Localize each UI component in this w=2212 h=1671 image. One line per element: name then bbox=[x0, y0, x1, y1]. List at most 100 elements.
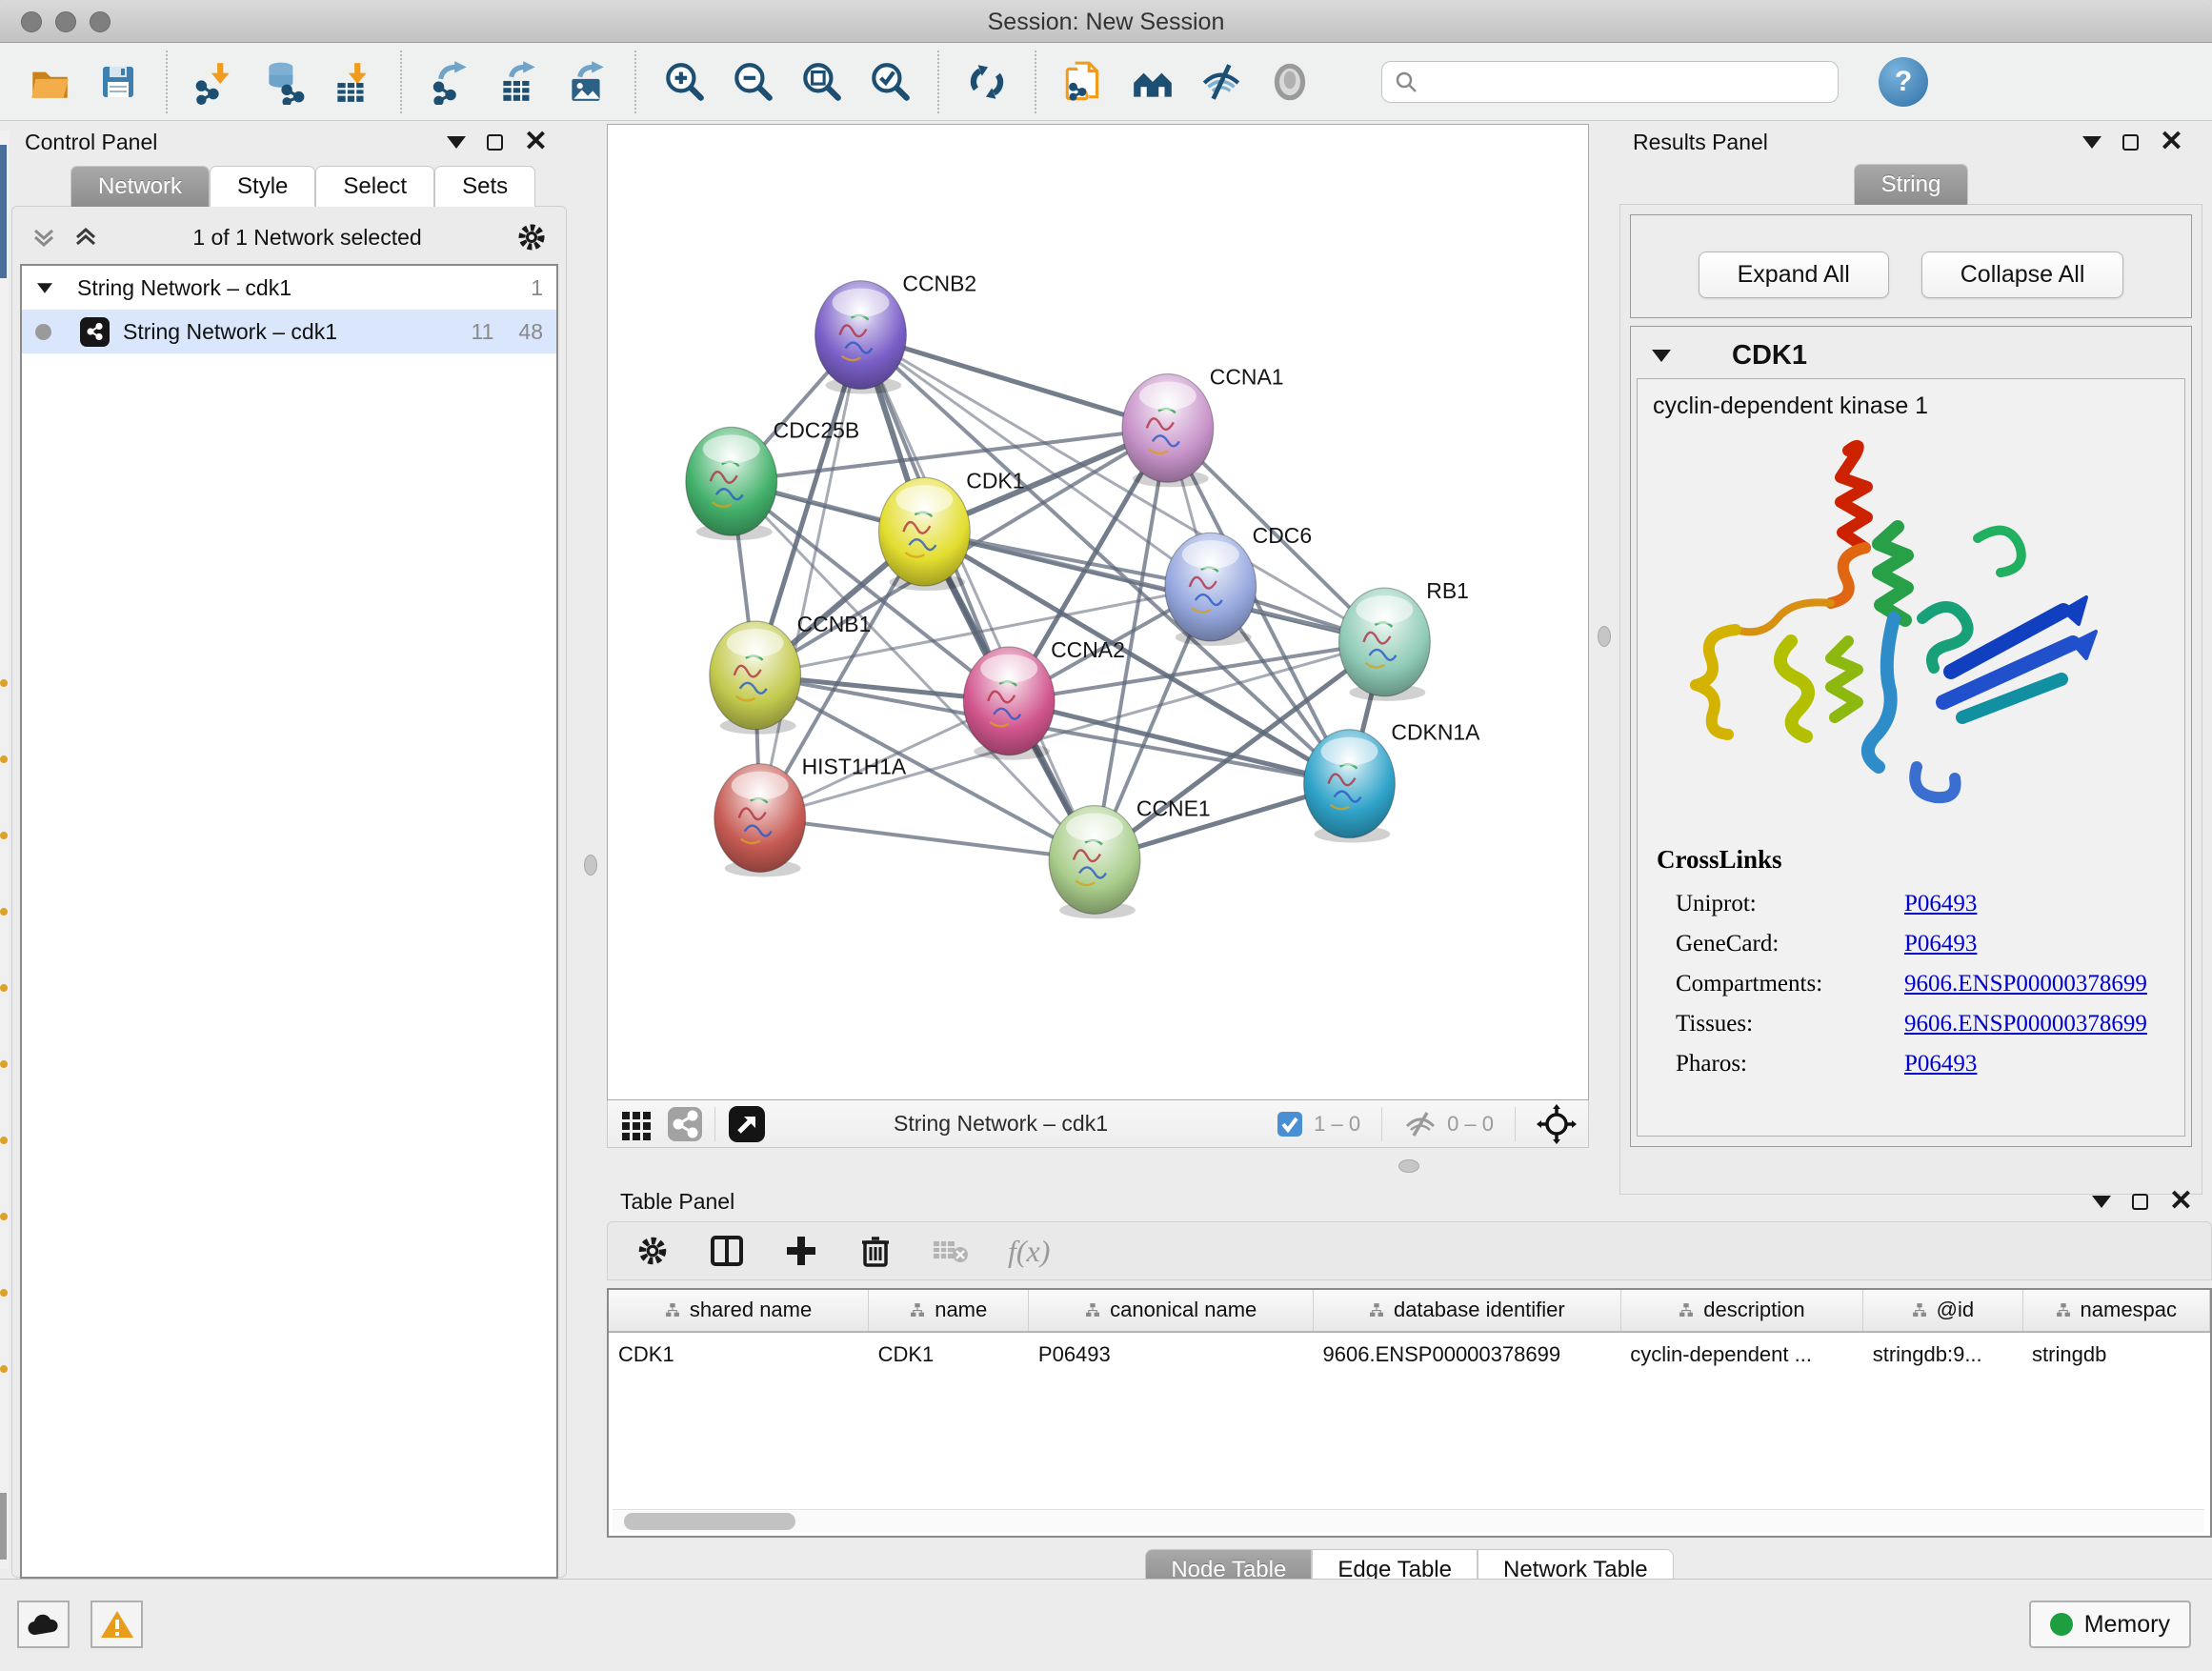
memory-status-dot bbox=[2050, 1613, 2073, 1636]
import-network-from-database-button[interactable] bbox=[256, 52, 312, 111]
panel-menu-icon[interactable] bbox=[2092, 1196, 2111, 1208]
eye-icon bbox=[1267, 59, 1313, 105]
network-node-CCNA1[interactable]: CCNA1 bbox=[1122, 364, 1284, 487]
network-from-selection-button[interactable] bbox=[1056, 52, 1112, 111]
close-panel-icon[interactable]: ✕ bbox=[2169, 1192, 2193, 1211]
crosslink-link[interactable]: P06493 bbox=[1904, 1051, 1977, 1077]
table-row[interactable]: CDK1CDK1P064939606.ENSP00000378699cyclin… bbox=[609, 1332, 2210, 1373]
network-row[interactable]: String Network – cdk1 11 48 bbox=[22, 310, 556, 353]
warnings-button[interactable] bbox=[90, 1601, 143, 1648]
column-header-canonical-name[interactable]: canonical name bbox=[1029, 1290, 1314, 1332]
network-view-toolbar: String Network – cdk1 1 – 0 0 – 0 bbox=[607, 1100, 1589, 1148]
tab-select[interactable]: Select bbox=[315, 166, 434, 207]
network-collection-row[interactable]: String Network – cdk1 1 bbox=[22, 266, 556, 310]
network-edge[interactable] bbox=[860, 335, 1167, 429]
function-builder-icon[interactable]: f(x) bbox=[1008, 1234, 1050, 1269]
birds-eye-grid-icon[interactable] bbox=[619, 1107, 654, 1141]
float-panel-icon[interactable] bbox=[2132, 1194, 2148, 1210]
zoom-selected-button[interactable] bbox=[862, 52, 917, 111]
network-edge[interactable] bbox=[760, 818, 1095, 860]
network-edge[interactable] bbox=[760, 335, 861, 818]
help-button[interactable]: ? bbox=[1879, 57, 1928, 107]
network-node-CCNA2[interactable]: CCNA2 bbox=[963, 637, 1125, 760]
import-table-button[interactable] bbox=[325, 52, 380, 111]
network-node-RB1[interactable]: RB1 bbox=[1339, 578, 1469, 701]
memory-button[interactable]: Memory bbox=[2029, 1601, 2191, 1648]
zoom-out-button[interactable] bbox=[725, 52, 780, 111]
zoom-in-button[interactable] bbox=[656, 52, 712, 111]
import-network-button[interactable] bbox=[188, 52, 243, 111]
network-canvas[interactable]: CCNB2 CCNA1 CDC25BCDK1 CDC6RB1 CCNB1 CCNA2 CDK… bbox=[607, 124, 1589, 1100]
hidden-eye-icon[interactable] bbox=[1403, 1110, 1438, 1138]
network-canvas-svg: CCNB2 CCNA1 CDC25BCDK1 CDC6RB1 CCNB1 CCNA2 CDK… bbox=[608, 125, 1588, 1099]
expand-all-button[interactable]: Expand All bbox=[1699, 252, 1889, 298]
hide-selected-button[interactable] bbox=[1194, 52, 1249, 111]
network-node-CCNB1[interactable]: CCNB1 bbox=[710, 612, 872, 735]
tab-string[interactable]: String bbox=[1854, 164, 1969, 205]
column-header-name[interactable]: name bbox=[869, 1290, 1029, 1332]
crosslink-link[interactable]: P06493 bbox=[1904, 891, 1977, 917]
automation-cloud-button[interactable] bbox=[17, 1601, 70, 1648]
column-header-description[interactable]: description bbox=[1620, 1290, 1863, 1332]
panel-menu-icon[interactable] bbox=[2082, 136, 2101, 149]
table-options-gear-icon[interactable] bbox=[634, 1233, 671, 1269]
zoom-fit-button[interactable] bbox=[794, 52, 849, 111]
refresh-button[interactable] bbox=[959, 52, 1015, 111]
add-column-icon[interactable] bbox=[783, 1233, 819, 1269]
column-header--id[interactable]: @id bbox=[1863, 1290, 2022, 1332]
network-node-CDC25B[interactable]: CDC25B bbox=[686, 417, 859, 540]
network-node-CDC6[interactable]: CDC6 bbox=[1165, 523, 1312, 646]
column-header-shared-name[interactable]: shared name bbox=[609, 1290, 869, 1332]
fit-content-crosshair-icon[interactable] bbox=[1537, 1104, 1577, 1144]
title-bar: Session: New Session bbox=[0, 0, 2212, 43]
network-node-CDKN1A[interactable]: CDKN1A bbox=[1304, 720, 1481, 843]
crosslink-link[interactable]: 9606.ENSP00000378699 bbox=[1904, 971, 2147, 997]
hidden-counts: 0 – 0 bbox=[1447, 1112, 1494, 1137]
column-header-namespac[interactable]: namespac bbox=[2022, 1290, 2209, 1332]
collection-expand-icon[interactable] bbox=[37, 283, 52, 292]
delete-table-icon[interactable] bbox=[932, 1236, 970, 1266]
string-view-icon[interactable] bbox=[667, 1106, 703, 1142]
crosslink-row: Compartments:9606.ENSP00000378699 bbox=[1653, 964, 2169, 1004]
table-horizontal-scrollbar[interactable] bbox=[613, 1509, 2204, 1532]
section-collapse-icon[interactable] bbox=[1652, 350, 1671, 362]
results-panel-title: Results Panel bbox=[1633, 130, 1768, 155]
export-table-button[interactable] bbox=[491, 52, 546, 111]
crosslink-link[interactable]: P06493 bbox=[1904, 931, 1977, 957]
show-columns-icon[interactable] bbox=[709, 1233, 745, 1269]
float-panel-icon[interactable] bbox=[2122, 134, 2139, 151]
network-node-HIST1H1A[interactable]: HIST1H1A bbox=[714, 755, 907, 877]
gear-icon[interactable] bbox=[514, 220, 549, 254]
first-neighbors-button[interactable] bbox=[1125, 52, 1180, 111]
open-in-window-icon[interactable] bbox=[727, 1104, 767, 1144]
search-input[interactable] bbox=[1426, 70, 1826, 94]
collapse-all-icon[interactable] bbox=[30, 223, 58, 252]
export-image-button[interactable] bbox=[559, 52, 614, 111]
column-header-database-identifier[interactable]: database identifier bbox=[1314, 1290, 1621, 1332]
show-all-button[interactable] bbox=[1262, 52, 1317, 111]
toolbar-separator bbox=[400, 50, 402, 113]
selected-checkbox-icon[interactable] bbox=[1276, 1110, 1304, 1138]
close-panel-icon[interactable]: ✕ bbox=[2160, 132, 2183, 151]
toolbar-separator bbox=[1035, 50, 1036, 113]
float-panel-icon[interactable] bbox=[487, 134, 503, 151]
export-network-button[interactable] bbox=[422, 52, 477, 111]
search-box bbox=[1381, 61, 1839, 103]
network-node-CDK1[interactable]: CDK1 bbox=[878, 468, 1024, 591]
panel-menu-icon[interactable] bbox=[447, 136, 466, 149]
scrollbar-thumb[interactable] bbox=[624, 1513, 795, 1530]
collapse-all-button[interactable]: Collapse All bbox=[1921, 252, 2124, 298]
save-session-button[interactable] bbox=[90, 52, 146, 111]
left-splitter-grip[interactable] bbox=[584, 855, 597, 876]
close-panel-icon[interactable]: ✕ bbox=[524, 132, 548, 151]
tab-network[interactable]: Network bbox=[70, 166, 210, 207]
network-node-CCNB2[interactable]: CCNB2 bbox=[815, 272, 977, 394]
tab-sets[interactable]: Sets bbox=[434, 166, 535, 207]
tab-style[interactable]: Style bbox=[210, 166, 315, 207]
expand-all-icon[interactable] bbox=[71, 223, 100, 252]
horizontal-splitter-grip[interactable] bbox=[1398, 1159, 1419, 1173]
open-session-button[interactable] bbox=[22, 52, 77, 111]
network-node-CCNE1[interactable]: CCNE1 bbox=[1049, 796, 1211, 919]
delete-column-icon[interactable] bbox=[857, 1233, 894, 1269]
crosslink-link[interactable]: 9606.ENSP00000378699 bbox=[1904, 1011, 2147, 1037]
